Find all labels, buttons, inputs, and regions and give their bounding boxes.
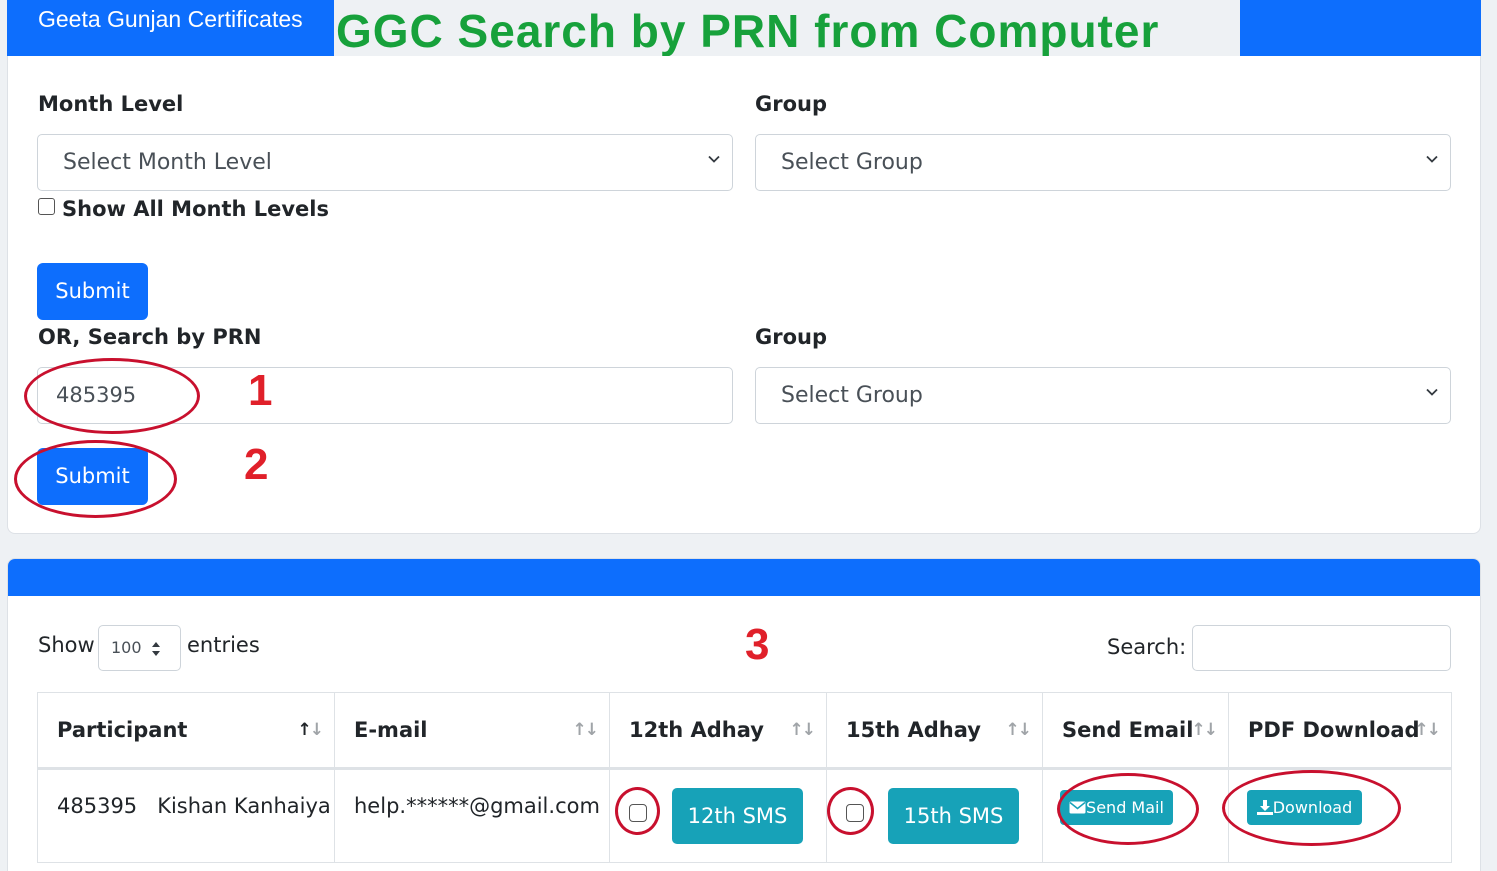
chevron-down-icon bbox=[1426, 155, 1438, 163]
envelope-icon bbox=[1069, 801, 1086, 814]
entries-label: entries bbox=[187, 633, 260, 657]
sort-icon: ↑↓ bbox=[1414, 720, 1441, 740]
annotation-number-2: 2 bbox=[244, 440, 269, 489]
column-header-label: Participant bbox=[57, 718, 188, 742]
group-select[interactable]: Select Group bbox=[755, 134, 1451, 191]
cell-pdf-download: Download bbox=[1228, 768, 1452, 863]
prn-label: OR, Search by PRN bbox=[38, 325, 262, 349]
show-all-label: Show All Month Levels bbox=[62, 197, 330, 221]
select-12th-checkbox[interactable] bbox=[629, 804, 647, 822]
download-label: Download bbox=[1272, 798, 1353, 817]
prn-input[interactable]: 485395 bbox=[37, 367, 733, 424]
group2-select[interactable]: Select Group bbox=[755, 367, 1451, 424]
annotation-number-3: 3 bbox=[745, 620, 770, 669]
send-mail-label: Send Mail bbox=[1086, 798, 1164, 817]
group-select-value: Select Group bbox=[781, 150, 923, 175]
send-15th-sms-button[interactable]: 15th SMS bbox=[888, 788, 1019, 844]
download-button[interactable]: Download bbox=[1247, 790, 1362, 825]
month-level-select-value: Select Month Level bbox=[63, 150, 272, 175]
table-row: 485395 Kishan Kanhaiya help.******@gmail… bbox=[37, 768, 1452, 863]
cell-15th-adhay: 15th SMS bbox=[826, 768, 1043, 863]
column-header-pdf-download[interactable]: PDF Download ↑↓ bbox=[1228, 692, 1452, 770]
column-header-label: Send Email bbox=[1062, 718, 1194, 742]
send-12th-sms-button[interactable]: 12th SMS bbox=[672, 788, 803, 844]
column-header-email[interactable]: E-mail ↑↓ bbox=[334, 692, 610, 770]
chevron-down-icon bbox=[708, 155, 720, 163]
column-header-participant[interactable]: Participant ↑↓ bbox=[37, 692, 335, 770]
column-header-15th-adhay[interactable]: 15th Adhay ↑↓ bbox=[826, 692, 1043, 770]
participant-email: help.******@gmail.com bbox=[354, 794, 600, 818]
month-level-label: Month Level bbox=[38, 92, 184, 116]
chevron-down-icon bbox=[1426, 388, 1438, 396]
cell-12th-adhay: 12th SMS bbox=[609, 768, 827, 863]
group2-label: Group bbox=[755, 325, 828, 349]
column-header-label: PDF Download bbox=[1248, 718, 1420, 742]
month-level-select[interactable]: Select Month Level bbox=[37, 134, 733, 191]
group-label: Group bbox=[755, 92, 828, 116]
entries-select[interactable]: 100 bbox=[98, 625, 181, 671]
prn-submit-button[interactable]: Submit bbox=[37, 448, 148, 505]
download-icon bbox=[1256, 800, 1273, 815]
sort-icon: ↑↓ bbox=[297, 720, 324, 740]
sort-icon: ↑↓ bbox=[1191, 720, 1218, 740]
show-entries-label: Show bbox=[38, 633, 95, 657]
column-header-label: 15th Adhay bbox=[846, 718, 981, 742]
navbar-brand[interactable]: Geeta Gunjan Certificates bbox=[38, 6, 303, 33]
column-header-label: 12th Adhay bbox=[629, 718, 764, 742]
submit-button[interactable]: Submit bbox=[37, 263, 148, 320]
sort-icon: ↑↓ bbox=[789, 720, 816, 740]
show-all-checkbox[interactable] bbox=[38, 198, 55, 215]
table-header-row: Participant ↑↓ E-mail ↑↓ 12th Adhay ↑↓ 1… bbox=[37, 692, 1452, 770]
results-card-header bbox=[8, 559, 1480, 596]
cell-send-email: Send Mail bbox=[1042, 768, 1229, 863]
select-15th-checkbox[interactable] bbox=[846, 804, 864, 822]
entries-select-value: 100 bbox=[111, 638, 142, 657]
navbar-right bbox=[1240, 0, 1481, 56]
cell-email: help.******@gmail.com bbox=[334, 768, 610, 863]
cell-participant: 485395 Kishan Kanhaiya bbox=[37, 768, 335, 863]
column-header-12th-adhay[interactable]: 12th Adhay ↑↓ bbox=[609, 692, 827, 770]
results-table: Participant ↑↓ E-mail ↑↓ 12th Adhay ↑↓ 1… bbox=[37, 692, 1452, 863]
sort-arrows-icon bbox=[152, 642, 160, 656]
group2-select-value: Select Group bbox=[781, 383, 923, 408]
send-mail-button[interactable]: Send Mail bbox=[1060, 790, 1173, 825]
column-header-send-email[interactable]: Send Email ↑↓ bbox=[1042, 692, 1229, 770]
search-input[interactable] bbox=[1192, 625, 1451, 671]
column-header-label: E-mail bbox=[354, 718, 428, 742]
sort-icon: ↑↓ bbox=[1005, 720, 1032, 740]
sort-icon: ↑↓ bbox=[572, 720, 599, 740]
filter-card bbox=[7, 56, 1481, 534]
search-label: Search: bbox=[1107, 635, 1187, 659]
overlay-title: GGC Search by PRN from Computer bbox=[336, 5, 1160, 57]
annotation-number-1: 1 bbox=[248, 366, 273, 415]
participant-prn: 485395 bbox=[57, 794, 138, 818]
participant-name: Kishan Kanhaiya bbox=[157, 794, 331, 818]
